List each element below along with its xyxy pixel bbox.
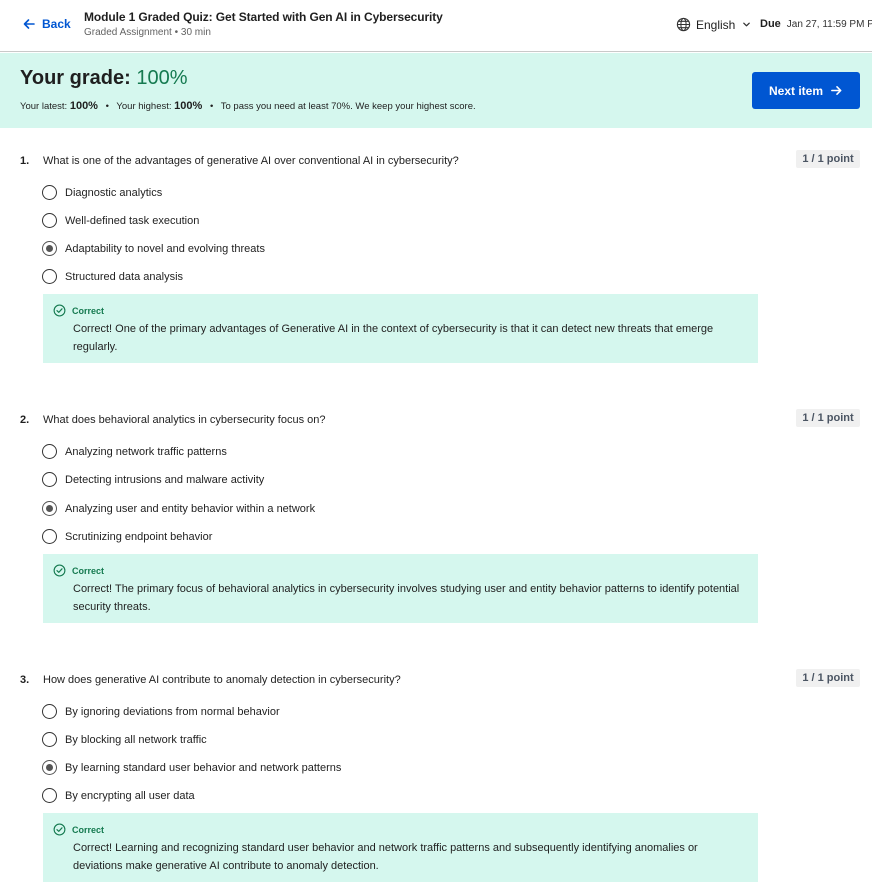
answer-option[interactable]: Diagnostic analytics — [42, 185, 162, 200]
next-item-button[interactable]: Next item — [752, 72, 860, 109]
answer-option[interactable]: Scrutinizing endpoint behavior — [42, 529, 212, 544]
separator-dot: • — [105, 101, 109, 112]
check-circle-icon — [53, 823, 66, 836]
feedback-box: Correct Correct! Learning and recognizin… — [43, 813, 758, 882]
top-bar: Back Module 1 Graded Quiz: Get Started w… — [0, 0, 872, 52]
check-circle-icon — [53, 564, 66, 577]
option-label: Detecting intrusions and malware activit… — [65, 473, 265, 486]
due-label: Due — [760, 18, 781, 30]
option-label: By encrypting all user data — [65, 789, 195, 802]
latest-label: Your latest: — [20, 101, 68, 112]
radio-button[interactable] — [42, 213, 57, 228]
question-text: What is one of the advantages of generat… — [43, 155, 459, 167]
answer-option[interactable]: By ignoring deviations from normal behav… — [42, 704, 280, 719]
feedback-label: Correct — [72, 824, 105, 835]
latest-value: 100% — [69, 100, 98, 112]
option-label: Well-defined task execution — [65, 214, 200, 227]
radio-button[interactable] — [42, 472, 57, 487]
radio-button[interactable] — [42, 732, 57, 747]
radio-button[interactable] — [42, 444, 57, 459]
due-date: Due Jan 27, 11:59 PM PST — [760, 18, 872, 30]
option-label: Analyzing user and entity behavior withi… — [65, 502, 316, 515]
question-text: How does generative AI contribute to ano… — [43, 674, 401, 686]
feedback-text: Correct! The primary focus of behavioral… — [73, 583, 740, 613]
language-label: English — [696, 17, 736, 32]
quiz-subtitle: Graded Assignment • 30 min — [84, 27, 211, 38]
radio-button[interactable] — [42, 788, 57, 803]
option-label: Structured data analysis — [65, 270, 184, 283]
question-number: 2. — [20, 414, 30, 426]
feedback-text: Correct! Learning and recognizing standa… — [73, 842, 698, 872]
radio-button[interactable] — [42, 704, 57, 719]
answer-option-selected[interactable]: By learning standard user behavior and n… — [42, 760, 341, 775]
separator-dot: • — [209, 101, 214, 112]
quiz-heading: Module 1 Graded Quiz: Get Started with G… — [84, 10, 443, 38]
answer-option[interactable]: By encrypting all user data — [42, 788, 195, 803]
grade-details: Your latest: 100% • Your highest: 100% •… — [20, 100, 476, 112]
option-label: Scrutinizing endpoint behavior — [65, 530, 213, 543]
feedback-box: Correct Correct! One of the primary adva… — [43, 294, 758, 363]
radio-button-selected[interactable] — [42, 241, 57, 256]
feedback-header: Correct — [53, 304, 104, 317]
due-value: Jan 27, 11:59 PM PST — [786, 19, 872, 30]
feedback-text: Correct! One of the primary advantages o… — [73, 323, 714, 353]
option-label: By blocking all network traffic — [65, 733, 207, 746]
answer-option[interactable]: Structured data analysis — [42, 269, 183, 284]
language-selector[interactable]: English — [676, 17, 751, 32]
feedback-header: Correct — [53, 564, 104, 577]
radio-button[interactable] — [42, 185, 57, 200]
grade-label: Your grade: — [20, 67, 131, 89]
grade-title: Your grade: 100% — [20, 67, 187, 90]
points-badge: 1 / 1 point — [796, 669, 860, 687]
back-button[interactable]: Back — [22, 17, 71, 31]
answer-option[interactable]: By blocking all network traffic — [42, 732, 207, 747]
check-circle-icon — [53, 304, 66, 317]
next-item-label: Next item — [768, 83, 824, 98]
question-text: What does behavioral analytics in cybers… — [43, 414, 326, 426]
option-label: By learning standard user behavior and n… — [65, 761, 342, 774]
question-number: 1. — [20, 155, 30, 167]
radio-button[interactable] — [42, 529, 57, 544]
quiz-title: Module 1 Graded Quiz: Get Started with G… — [84, 10, 443, 24]
feedback-label: Correct — [72, 565, 105, 576]
arrow-left-icon — [23, 19, 35, 29]
feedback-header: Correct — [53, 823, 104, 836]
highest-value: 100% — [174, 100, 203, 112]
globe-icon — [676, 17, 691, 32]
highest-label: Your highest: — [116, 101, 172, 112]
radio-button-selected[interactable] — [42, 501, 57, 516]
answer-option[interactable]: Well-defined task execution — [42, 213, 199, 228]
grade-banner: Your grade: 100% Your latest: 100% • You… — [0, 53, 872, 128]
grade-value: 100% — [136, 67, 188, 89]
pass-note: To pass you need at least 70%. We keep y… — [220, 101, 476, 112]
answer-option[interactable]: Analyzing network traffic patterns — [42, 444, 227, 459]
radio-button-selected[interactable] — [42, 760, 57, 775]
chevron-down-icon — [743, 22, 751, 27]
answer-option-selected[interactable]: Adaptability to novel and evolving threa… — [42, 241, 265, 256]
arrow-right-icon — [831, 85, 842, 96]
answer-option-selected[interactable]: Analyzing user and entity behavior withi… — [42, 501, 315, 516]
option-label: By ignoring deviations from normal behav… — [65, 705, 280, 718]
option-label: Diagnostic analytics — [65, 186, 163, 199]
points-badge: 1 / 1 point — [796, 409, 860, 427]
answer-option[interactable]: Detecting intrusions and malware activit… — [42, 472, 264, 487]
question-number: 3. — [20, 674, 30, 686]
back-label: Back — [42, 17, 71, 31]
radio-button[interactable] — [42, 269, 57, 284]
option-label: Adaptability to novel and evolving threa… — [65, 242, 265, 255]
option-label: Analyzing network traffic patterns — [65, 445, 227, 458]
points-badge: 1 / 1 point — [796, 150, 860, 168]
feedback-label: Correct — [72, 305, 105, 316]
feedback-box: Correct Correct! The primary focus of be… — [43, 554, 758, 623]
